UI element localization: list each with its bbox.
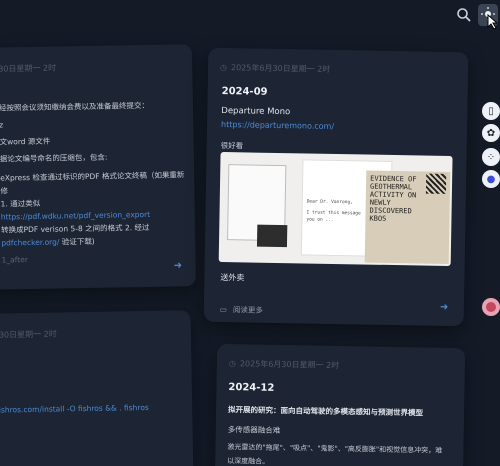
pdf-version-link[interactable]: https://pdf.wdku.net/pdf_version_export bbox=[1, 210, 150, 222]
avatar[interactable] bbox=[482, 298, 500, 316]
card-date: ◷ 2025年6月30日星期一 2时 bbox=[219, 62, 331, 74]
book-icon: ▯ bbox=[488, 105, 494, 117]
sidebar-discord-button[interactable]: ● bbox=[482, 170, 500, 188]
card-line: 多传感器融合难 bbox=[227, 425, 281, 435]
note-card-left-bottom[interactable]: 30日星期一 2时 1 fishros.com/install -O fishr… bbox=[0, 310, 194, 466]
search-icon bbox=[457, 8, 471, 22]
card-line: 激光雷达的"拖尾"、"吸点"、"鬼影"、"高反膨胀"和视觉信息冲突，难 bbox=[227, 443, 443, 455]
grid-icon: ⁘ bbox=[486, 151, 496, 163]
card-line: 经按照会议须知缴纳会费以及准备最终提交： bbox=[0, 100, 150, 113]
card-line: 以深度融合。 bbox=[227, 457, 270, 466]
pdfchecker-link[interactable]: pdfchecker.org/ bbox=[1, 237, 59, 247]
note-card-2024-09[interactable]: ◷ 2025年6月30日星期一 2时 2024-09 Departure Mon… bbox=[203, 47, 469, 327]
sidebar-book-button[interactable]: ▯ bbox=[482, 102, 500, 120]
search-button[interactable] bbox=[455, 6, 473, 24]
card-subtitle: 拟开展的研究：面向自动驾驶的多模态感知与预测世界模型 bbox=[228, 405, 424, 418]
card-line: 文word 源文件 bbox=[0, 136, 51, 147]
card-date: 30日星期一 2时 bbox=[0, 63, 57, 74]
card-line: z bbox=[0, 120, 4, 130]
discord-icon: ● bbox=[486, 173, 496, 185]
card-caption: 送外卖 bbox=[220, 272, 245, 283]
card-note: 很好看 bbox=[220, 140, 244, 151]
document-icon: ▭ bbox=[219, 304, 228, 315]
card-date: ◷ 2025年6月30日星期一 2时 bbox=[228, 359, 340, 370]
avatar-icon bbox=[486, 302, 496, 312]
arrow-right-icon[interactable]: ➜ bbox=[174, 260, 183, 271]
sidebar-grid-button[interactable]: ⁘ bbox=[482, 148, 500, 166]
note-card-2024-12[interactable]: ◷ 2025年6月30日星期一 2时 2024-12 拟开展的研究：面向自动驾驶… bbox=[214, 343, 466, 466]
card-title: 2024-09 bbox=[221, 85, 268, 98]
card-date: 30日星期一 2时 bbox=[0, 329, 57, 340]
clock-icon: ◷ bbox=[228, 359, 236, 369]
install-command: fishros.com/install -O fishros && . fish… bbox=[0, 402, 149, 415]
card-footer-text: 1_after bbox=[1, 255, 28, 265]
preview-image: Dear Dr. Vanrong, I trust this message y… bbox=[218, 151, 453, 267]
image-headline: EVIDENCE OF GEOTHERMAL ACTIVITY ON NEWLY… bbox=[369, 174, 417, 223]
note-card-left-top[interactable]: 30日星期一 2时 经按照会议须知缴纳会费以及准备最终提交： z 文word 源… bbox=[0, 44, 197, 290]
cursor-icon bbox=[487, 14, 499, 30]
arrow-right-icon[interactable]: ➜ bbox=[440, 302, 449, 313]
clock-icon: ◷ bbox=[219, 62, 228, 73]
departure-mono-link[interactable]: https://departuremono.com/ bbox=[221, 120, 334, 131]
read-more-label: 阅读更多 bbox=[232, 305, 264, 315]
card-subtitle: Departure Mono bbox=[221, 105, 291, 118]
read-more-row[interactable]: ▭ 阅读更多 bbox=[220, 304, 263, 316]
card-line-with-link: pdfchecker.org/ 验证下载) bbox=[1, 236, 95, 248]
card-title: 2024-12 bbox=[228, 382, 275, 394]
theme-toggle-button[interactable] bbox=[478, 4, 499, 30]
sidebar-brain-button[interactable]: ✿ bbox=[482, 124, 500, 142]
card-line-with-link: 1. 通过类似 https://pdf.wdku.net/pdf_version… bbox=[0, 198, 151, 222]
brain-icon: ✿ bbox=[486, 127, 496, 139]
card-line: 据论文编号命名的压缩包，包含: bbox=[0, 152, 108, 164]
card-line: eXpress 检查通过标识的PDF 格式论文终稿（如果重新修 bbox=[0, 170, 185, 196]
